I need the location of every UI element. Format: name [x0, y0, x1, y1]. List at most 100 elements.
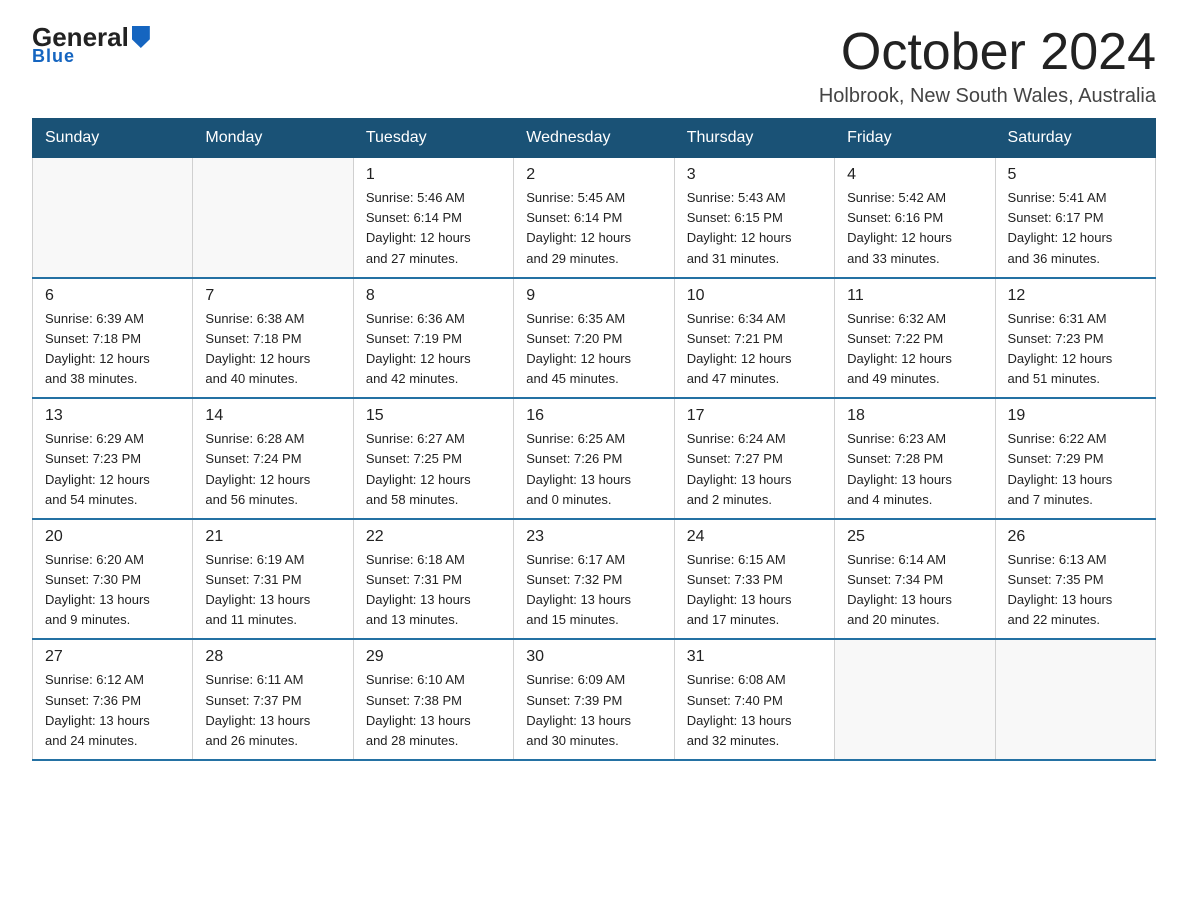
day-number: 27: [45, 648, 180, 666]
calendar-cell: 13 Sunrise: 6:29 AM Sunset: 7:23 PM Dayli…: [33, 398, 193, 519]
weekday-header-monday: Monday: [193, 119, 353, 158]
calendar-cell: 24 Sunrise: 6:15 AM Sunset: 7:33 PM Dayli…: [674, 519, 834, 640]
day-info: Sunrise: 6:36 AM Sunset: 7:19 PM Dayligh…: [366, 309, 501, 390]
day-info: Sunrise: 5:45 AM Sunset: 6:14 PM Dayligh…: [526, 188, 661, 269]
day-number: 10: [687, 287, 822, 305]
day-info: Sunrise: 5:46 AM Sunset: 6:14 PM Dayligh…: [366, 188, 501, 269]
day-number: 18: [847, 407, 982, 425]
calendar-cell: 19 Sunrise: 6:22 AM Sunset: 7:29 PM Dayli…: [995, 398, 1155, 519]
calendar-cell: 26 Sunrise: 6:13 AM Sunset: 7:35 PM Dayli…: [995, 519, 1155, 640]
day-number: 23: [526, 528, 661, 546]
calendar-title: October 2024: [819, 24, 1156, 81]
day-info: Sunrise: 6:27 AM Sunset: 7:25 PM Dayligh…: [366, 429, 501, 510]
day-info: Sunrise: 6:08 AM Sunset: 7:40 PM Dayligh…: [687, 670, 822, 751]
day-number: 4: [847, 166, 982, 184]
day-info: Sunrise: 6:25 AM Sunset: 7:26 PM Dayligh…: [526, 429, 661, 510]
day-info: Sunrise: 5:42 AM Sunset: 6:16 PM Dayligh…: [847, 188, 982, 269]
day-number: 19: [1008, 407, 1143, 425]
day-number: 26: [1008, 528, 1143, 546]
calendar-cell: 5 Sunrise: 5:41 AM Sunset: 6:17 PM Daylig…: [995, 158, 1155, 278]
day-number: 1: [366, 166, 501, 184]
day-number: 21: [205, 528, 340, 546]
weekday-header-tuesday: Tuesday: [353, 119, 513, 158]
day-number: 25: [847, 528, 982, 546]
day-info: Sunrise: 6:28 AM Sunset: 7:24 PM Dayligh…: [205, 429, 340, 510]
calendar-week-row: 13 Sunrise: 6:29 AM Sunset: 7:23 PM Dayli…: [33, 398, 1156, 519]
calendar-cell: 28 Sunrise: 6:11 AM Sunset: 7:37 PM Dayli…: [193, 639, 353, 760]
day-info: Sunrise: 6:20 AM Sunset: 7:30 PM Dayligh…: [45, 550, 180, 631]
calendar-cell: 15 Sunrise: 6:27 AM Sunset: 7:25 PM Dayli…: [353, 398, 513, 519]
calendar-cell: 9Sunrise: 6:35 AM Sunset: 7:20 PM Daylig…: [514, 278, 674, 399]
day-info: Sunrise: 6:34 AM Sunset: 7:21 PM Dayligh…: [687, 309, 822, 390]
day-number: 6: [45, 287, 180, 305]
calendar-week-row: 27 Sunrise: 6:12 AM Sunset: 7:36 PM Dayli…: [33, 639, 1156, 760]
calendar-cell: 21Sunrise: 6:19 AM Sunset: 7:31 PM Dayli…: [193, 519, 353, 640]
calendar-cell: 29Sunrise: 6:10 AM Sunset: 7:38 PM Dayli…: [353, 639, 513, 760]
calendar-cell: 4 Sunrise: 5:42 AM Sunset: 6:16 PM Daylig…: [835, 158, 995, 278]
calendar-week-row: 1 Sunrise: 5:46 AM Sunset: 6:14 PM Daylig…: [33, 158, 1156, 278]
day-number: 13: [45, 407, 180, 425]
calendar-week-row: 6 Sunrise: 6:39 AM Sunset: 7:18 PM Daylig…: [33, 278, 1156, 399]
day-info: Sunrise: 6:12 AM Sunset: 7:36 PM Dayligh…: [45, 670, 180, 751]
day-info: Sunrise: 6:24 AM Sunset: 7:27 PM Dayligh…: [687, 429, 822, 510]
calendar-cell: 25 Sunrise: 6:14 AM Sunset: 7:34 PM Dayli…: [835, 519, 995, 640]
day-number: 28: [205, 648, 340, 666]
day-info: Sunrise: 5:43 AM Sunset: 6:15 PM Dayligh…: [687, 188, 822, 269]
weekday-header-wednesday: Wednesday: [514, 119, 674, 158]
day-number: 16: [526, 407, 661, 425]
calendar-cell: 14 Sunrise: 6:28 AM Sunset: 7:24 PM Dayli…: [193, 398, 353, 519]
weekday-header-friday: Friday: [835, 119, 995, 158]
day-number: 15: [366, 407, 501, 425]
calendar-cell: 10 Sunrise: 6:34 AM Sunset: 7:21 PM Dayli…: [674, 278, 834, 399]
day-info: Sunrise: 6:15 AM Sunset: 7:33 PM Dayligh…: [687, 550, 822, 631]
day-number: 29: [366, 648, 501, 666]
day-number: 5: [1008, 166, 1143, 184]
calendar-cell: 11 Sunrise: 6:32 AM Sunset: 7:22 PM Dayli…: [835, 278, 995, 399]
day-info: Sunrise: 5:41 AM Sunset: 6:17 PM Dayligh…: [1008, 188, 1143, 269]
calendar-cell: [835, 639, 995, 760]
calendar-cell: 1 Sunrise: 5:46 AM Sunset: 6:14 PM Daylig…: [353, 158, 513, 278]
day-info: Sunrise: 6:14 AM Sunset: 7:34 PM Dayligh…: [847, 550, 982, 631]
day-info: Sunrise: 6:17 AM Sunset: 7:32 PM Dayligh…: [526, 550, 661, 631]
day-info: Sunrise: 6:11 AM Sunset: 7:37 PM Dayligh…: [205, 670, 340, 751]
day-number: 31: [687, 648, 822, 666]
day-number: 11: [847, 287, 982, 305]
day-info: Sunrise: 6:29 AM Sunset: 7:23 PM Dayligh…: [45, 429, 180, 510]
day-number: 3: [687, 166, 822, 184]
day-info: Sunrise: 6:13 AM Sunset: 7:35 PM Dayligh…: [1008, 550, 1143, 631]
day-info: Sunrise: 6:38 AM Sunset: 7:18 PM Dayligh…: [205, 309, 340, 390]
day-info: Sunrise: 6:39 AM Sunset: 7:18 PM Dayligh…: [45, 309, 180, 390]
day-info: Sunrise: 6:31 AM Sunset: 7:23 PM Dayligh…: [1008, 309, 1143, 390]
day-number: 7: [205, 287, 340, 305]
day-number: 24: [687, 528, 822, 546]
day-info: Sunrise: 6:23 AM Sunset: 7:28 PM Dayligh…: [847, 429, 982, 510]
calendar-cell: 3 Sunrise: 5:43 AM Sunset: 6:15 PM Daylig…: [674, 158, 834, 278]
calendar-cell: 17 Sunrise: 6:24 AM Sunset: 7:27 PM Dayli…: [674, 398, 834, 519]
calendar-cell: 16 Sunrise: 6:25 AM Sunset: 7:26 PM Dayli…: [514, 398, 674, 519]
day-number: 14: [205, 407, 340, 425]
logo-blue: Blue: [32, 46, 75, 67]
calendar-cell: 22Sunrise: 6:18 AM Sunset: 7:31 PM Dayli…: [353, 519, 513, 640]
weekday-header-saturday: Saturday: [995, 119, 1155, 158]
weekday-header-thursday: Thursday: [674, 119, 834, 158]
calendar-cell: 20 Sunrise: 6:20 AM Sunset: 7:30 PM Dayli…: [33, 519, 193, 640]
day-number: 8: [366, 287, 501, 305]
calendar-cell: 23 Sunrise: 6:17 AM Sunset: 7:32 PM Dayli…: [514, 519, 674, 640]
page-header: General Blue October 2024 Holbrook, New …: [32, 24, 1156, 108]
calendar-cell: [33, 158, 193, 278]
calendar-cell: 12Sunrise: 6:31 AM Sunset: 7:23 PM Dayli…: [995, 278, 1155, 399]
day-info: Sunrise: 6:32 AM Sunset: 7:22 PM Dayligh…: [847, 309, 982, 390]
day-number: 30: [526, 648, 661, 666]
day-info: Sunrise: 6:09 AM Sunset: 7:39 PM Dayligh…: [526, 670, 661, 751]
calendar-header-row: SundayMondayTuesdayWednesdayThursdayFrid…: [33, 119, 1156, 158]
calendar-cell: 7 Sunrise: 6:38 AM Sunset: 7:18 PM Daylig…: [193, 278, 353, 399]
calendar-week-row: 20 Sunrise: 6:20 AM Sunset: 7:30 PM Dayli…: [33, 519, 1156, 640]
calendar-cell: [193, 158, 353, 278]
calendar-subtitle: Holbrook, New South Wales, Australia: [819, 85, 1156, 108]
calendar-table: SundayMondayTuesdayWednesdayThursdayFrid…: [32, 118, 1156, 761]
calendar-cell: [995, 639, 1155, 760]
day-number: 17: [687, 407, 822, 425]
title-area: October 2024 Holbrook, New South Wales, …: [819, 24, 1156, 108]
day-info: Sunrise: 6:22 AM Sunset: 7:29 PM Dayligh…: [1008, 429, 1143, 510]
day-number: 20: [45, 528, 180, 546]
